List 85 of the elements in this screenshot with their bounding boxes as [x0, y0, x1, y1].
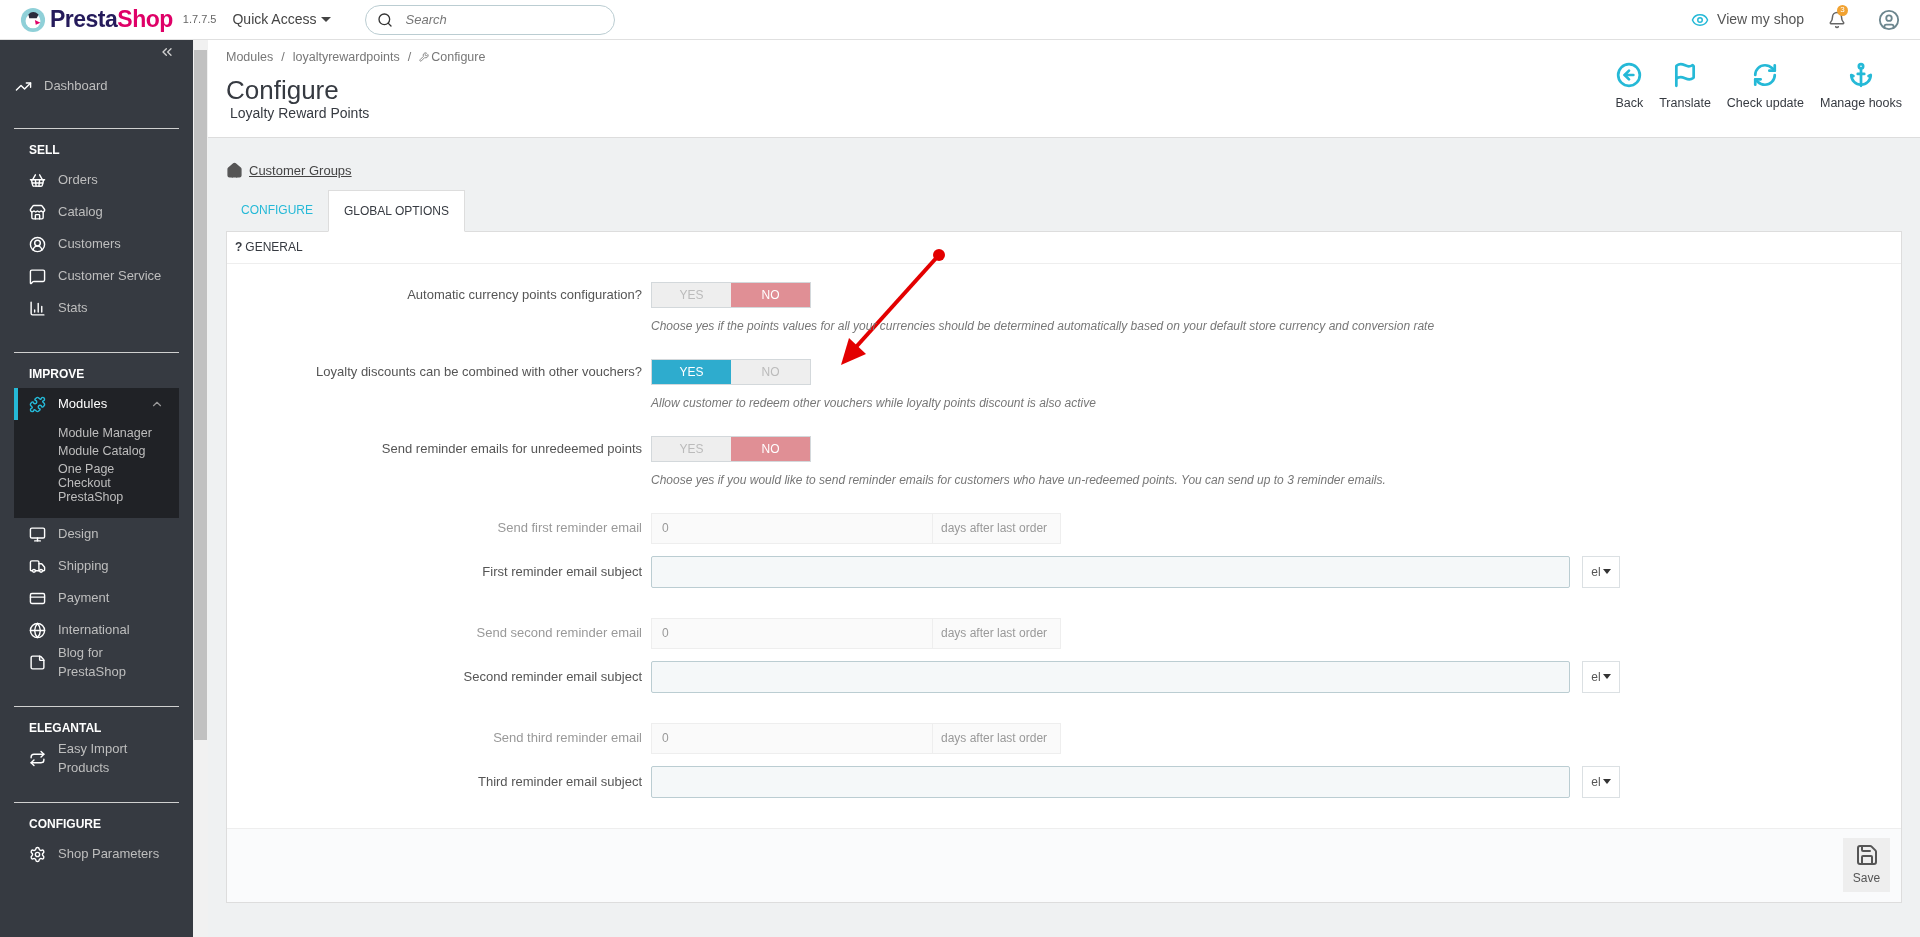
submenu-item[interactable]: Module Manager: [14, 424, 179, 442]
language-dropdown[interactable]: el: [1582, 660, 1620, 693]
submenu-item[interactable]: One Page Checkout PrestaShop: [14, 460, 179, 506]
input-addon: days after last order: [940, 520, 1049, 537]
panel-heading: GENERAL: [245, 239, 303, 256]
field-label: Send second reminder email: [475, 624, 643, 643]
home-icon: [226, 162, 243, 180]
field-label: Loyalty discounts can be combined with other vouchers?: [315, 362, 643, 381]
puzzle-icon: [29, 395, 46, 413]
customer-groups-link[interactable]: Customer Groups: [249, 161, 352, 181]
field-label: Second reminder email subject: [462, 667, 643, 686]
document-icon: [29, 653, 46, 671]
notification-badge: 3: [1837, 4, 1848, 16]
search-icon: [376, 11, 393, 28]
bar-chart-icon: [29, 299, 46, 317]
sidebar-item[interactable]: Easy Import Products: [14, 742, 179, 774]
sidebar-item[interactable]: Stats: [14, 292, 179, 324]
page-title: Configure: [226, 74, 340, 105]
toolbar-button[interactable]: Manage hooks: [1820, 62, 1902, 113]
wrench-icon: [419, 52, 430, 63]
subject-input[interactable]: [651, 765, 1570, 798]
sidebar-item[interactable]: Catalog: [14, 196, 179, 228]
refresh-icon: [1752, 62, 1779, 88]
tab[interactable]: GLOBAL OPTIONS: [328, 189, 465, 232]
breadcrumb-item: Configure: [431, 49, 486, 66]
sidebar-item[interactable]: Shop Parameters: [14, 838, 179, 870]
sidebar-item[interactable]: Customers: [14, 228, 179, 260]
sidebar-item[interactable]: Design: [14, 518, 179, 550]
field-label: First reminder email subject: [481, 562, 643, 581]
field-label: Send first reminder email: [496, 519, 643, 538]
section-title: ELEGANTAL: [28, 720, 103, 737]
breadcrumb-separator: /: [407, 49, 412, 66]
truck-icon: [29, 557, 46, 575]
toolbar-button[interactable]: Back: [1615, 62, 1644, 113]
breadcrumb-separator: /: [281, 49, 285, 66]
page-subtitle: Loyalty Reward Points: [230, 104, 371, 121]
field-label: Send reminder emails for unredeemed points: [380, 439, 643, 458]
breadcrumb-item[interactable]: loyaltyrewardpoints: [292, 48, 400, 67]
bell-icon[interactable]: [1828, 10, 1846, 29]
quick-access-menu[interactable]: Quick Access: [232, 9, 331, 30]
monitor-icon: [29, 525, 46, 543]
help-text: Allow customer to redeem other vouchers while loyalty points discount is also active: [651, 394, 1096, 412]
store-icon: [29, 203, 46, 221]
subject-input[interactable]: [651, 660, 1570, 693]
section-title: IMPROVE: [28, 366, 86, 383]
anchor-icon: [1848, 62, 1874, 88]
save-icon: [1854, 843, 1879, 867]
logo-text[interactable]: PrestaShop: [50, 2, 173, 37]
chat-icon: [29, 267, 46, 285]
section-title: CONFIGURE: [28, 816, 102, 833]
sidebar-item[interactable]: Blog for PrestaShop: [14, 646, 179, 678]
settings-icon: [29, 845, 46, 863]
toolbar-button[interactable]: Translate: [1659, 62, 1711, 113]
field-label: Send third reminder email: [492, 729, 643, 748]
sidebar-item[interactable]: Orders: [14, 164, 179, 196]
search-field[interactable]: Search: [364, 4, 615, 35]
field-label: Third reminder email subject: [477, 772, 643, 791]
submenu-item[interactable]: Module Catalog: [14, 442, 179, 460]
user-circle-icon: [29, 235, 46, 253]
help-text: Choose yes if you would like to send reminder emails for customers who have un-redeemed points. You can send up to 3 reminder emails.: [651, 471, 1386, 489]
toolbar-button[interactable]: Check update: [1726, 62, 1804, 113]
version-label: 1.7.7.5: [182, 12, 217, 28]
sidebar-item[interactable]: Payment: [14, 582, 179, 614]
breadcrumb-item[interactable]: Modules: [226, 48, 274, 67]
swap-arrows-icon: [29, 749, 46, 767]
subject-input[interactable]: [651, 555, 1570, 588]
help-mark: ?: [235, 239, 243, 256]
section-title: SELL: [28, 142, 61, 159]
user-avatar-icon[interactable]: [1878, 8, 1900, 31]
sidebar-item[interactable]: Dashboard: [0, 70, 193, 102]
field-label: Automatic currency points configuration?: [406, 285, 643, 304]
language-dropdown[interactable]: el: [1582, 765, 1620, 798]
save-button[interactable]: Save: [1843, 838, 1890, 892]
language-dropdown[interactable]: el: [1582, 555, 1620, 588]
view-shop-link[interactable]: View my shop: [1691, 9, 1804, 30]
input-addon: days after last order: [940, 625, 1049, 642]
sidebar-item[interactable]: Modules: [14, 388, 179, 420]
sidebar-item[interactable]: International: [14, 614, 179, 646]
globe-icon: [29, 621, 46, 639]
input-addon: days after last order: [940, 730, 1049, 747]
sidebar-item[interactable]: Shipping: [14, 550, 179, 582]
logo-icon: [20, 6, 46, 33]
basket-icon: [29, 171, 46, 189]
sidebar-item[interactable]: Customer Service: [14, 260, 179, 292]
flag-icon: [1672, 62, 1698, 88]
